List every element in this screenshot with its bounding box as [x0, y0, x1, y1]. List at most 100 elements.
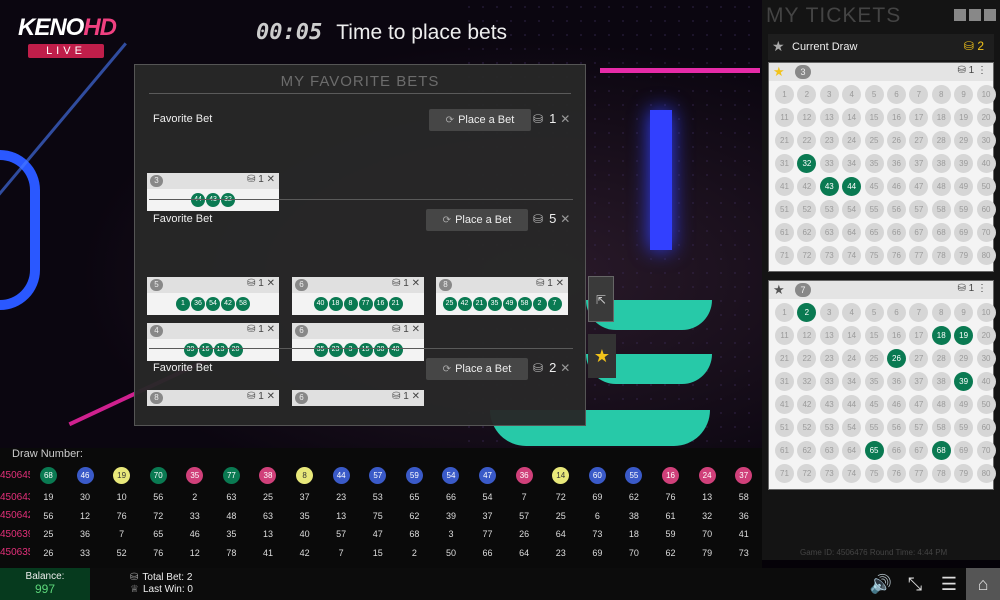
- draw-cell: 3: [433, 529, 470, 539]
- grid-number: 58: [931, 418, 951, 437]
- grid-number: 2: [797, 303, 817, 322]
- grid-number: 49: [954, 177, 974, 196]
- draw-number: 48: [226, 510, 237, 521]
- draw-cell: 15: [359, 548, 396, 558]
- ticket-header: 6 ⛁ 1 ✕: [292, 323, 424, 339]
- place-a-bet-button[interactable]: ⟳ Place a Bet: [429, 109, 531, 131]
- favorite-ticket[interactable]: 5 ⛁ 1 ✕ 1 36 54 42 58: [147, 277, 279, 315]
- logo-keno: KENO: [18, 14, 84, 41]
- list-view-icon[interactable]: [984, 9, 996, 21]
- grid-number: 55: [864, 200, 884, 219]
- draw-cell: 25: [30, 529, 67, 539]
- remove-icon[interactable]: ✕: [560, 112, 570, 126]
- draw-number: 58: [738, 492, 749, 502]
- current-draw-bar: ★ Current Draw ⛁ 2: [768, 34, 994, 60]
- draw-cell: 35: [213, 529, 250, 539]
- balance-box: Balance: 997: [0, 568, 90, 600]
- grid-number: 73: [819, 464, 839, 483]
- grid-number: 18: [931, 326, 951, 345]
- number-ball: 16: [373, 297, 388, 311]
- remove-icon[interactable]: ✕: [409, 391, 420, 402]
- favorite-ticket[interactable]: 3 ⛁ 1 ✕ 444332: [147, 173, 279, 211]
- grid-view-icon[interactable]: [954, 9, 966, 21]
- remove-icon[interactable]: ✕: [264, 278, 275, 289]
- grid-number: 35: [864, 154, 884, 173]
- more-icon[interactable]: ⋮: [974, 65, 987, 76]
- remove-icon[interactable]: ✕: [264, 174, 275, 185]
- draw-number: 62: [628, 492, 639, 502]
- draw-ball: 35: [186, 466, 204, 484]
- grid-number: 24: [842, 131, 862, 150]
- ticket-header: 5 ⛁ 1 ✕: [147, 277, 279, 293]
- view-toggle[interactable]: [954, 9, 996, 21]
- grid-number: 5: [864, 303, 884, 322]
- draw-number: 46: [189, 529, 200, 539]
- draw-cell: 48: [213, 511, 250, 521]
- favorites-star-tab[interactable]: ★: [588, 334, 616, 378]
- grid-number: 77: [909, 246, 929, 265]
- draw-number: 13: [262, 529, 273, 539]
- grid-number: 26: [886, 349, 906, 368]
- grid-number: 69: [954, 223, 974, 242]
- draw-number: 73: [592, 529, 603, 539]
- number-ball: 35: [313, 343, 328, 357]
- place-a-bet-button[interactable]: ⟳ Place a Bet: [426, 358, 528, 380]
- number-ball: 49: [502, 297, 517, 311]
- favorite-ticket[interactable]: 6 ⛁ 1 ✕ 35 23 3 15 38 48: [292, 323, 424, 361]
- remove-icon[interactable]: ✕: [409, 324, 420, 335]
- sound-icon[interactable]: 🔊: [864, 568, 898, 600]
- draw-numbers: 26 33 52 76 12 78 41 42 7 15 2 50 66 64 23 69 70 62 79 73: [30, 548, 762, 558]
- remove-icon[interactable]: ✕: [560, 361, 570, 375]
- draw-cell: 19: [103, 466, 140, 484]
- place-a-bet-button[interactable]: ⟳ Place a Bet: [426, 209, 528, 231]
- star-icon[interactable]: ★: [773, 282, 785, 298]
- favorite-bet-label: Favorite Bet: [153, 213, 213, 225]
- draw-number: 25: [555, 510, 566, 521]
- draw-cell: 36: [67, 529, 104, 539]
- favorite-ticket[interactable]: 4 ⛁ 1 ✕ 39 16 13 20: [147, 323, 279, 361]
- grid-number: 9: [954, 85, 974, 104]
- draw-number: 3: [448, 529, 454, 539]
- ticket-card[interactable]: ★ 7 ⛁ 1 ⋮ 1 2 3 4 5 6 7 8 9 10 11 12 13 14 15 16 17 18 19 20 21…: [768, 280, 996, 490]
- menu-icon[interactable]: ☰: [932, 568, 966, 600]
- draw-number: 23: [336, 492, 347, 502]
- favorite-ticket[interactable]: 8 ⛁ 1 ✕: [147, 390, 279, 406]
- grid-view-icon[interactable]: [969, 9, 981, 21]
- draw-ball: 37: [735, 466, 753, 484]
- remove-icon[interactable]: ✕: [560, 212, 570, 226]
- remove-icon[interactable]: ✕: [553, 278, 564, 289]
- draw-ball: 38: [259, 466, 277, 484]
- remove-icon[interactable]: ✕: [409, 278, 420, 289]
- draw-cell: 37: [469, 511, 506, 521]
- ticket-card[interactable]: ★ 3 ⛁ 1 ⋮ 1 2 3 4 5 6 7 8 9 10 11 12 13 14 15 16 17 18 19 20 21…: [768, 62, 996, 272]
- favorite-ticket[interactable]: 6 ⛁ 1 ✕: [292, 390, 424, 406]
- star-icon[interactable]: ★: [773, 64, 785, 80]
- draw-number: 41: [738, 529, 749, 539]
- grid-number: 73: [819, 246, 839, 265]
- draw-cell: 62: [396, 511, 433, 521]
- ticket-controls: ⛁ 1 ✕: [536, 278, 564, 289]
- grid-number: 75: [864, 246, 884, 265]
- grid-number: 71: [775, 246, 794, 265]
- home-icon[interactable]: ⌂: [966, 568, 1000, 600]
- draw-cell: 36: [506, 466, 543, 484]
- more-icon[interactable]: ⋮: [974, 283, 987, 294]
- minimize-icon[interactable]: ⤡: [898, 568, 932, 600]
- grid-number: 39: [954, 154, 974, 173]
- draw-cell: 2: [396, 548, 433, 558]
- draw-number: 33: [189, 510, 200, 521]
- number-ball: 32: [221, 193, 235, 207]
- remove-icon[interactable]: ✕: [264, 324, 275, 335]
- draw-number: 57: [336, 529, 347, 539]
- favorite-ticket[interactable]: 6 ⛁ 1 ✕ 40 18 8 77 16 21: [292, 277, 424, 315]
- grid-number: 69: [954, 441, 974, 460]
- favorite-ticket[interactable]: 8 ⛁ 1 ✕ 25 42 21 35 49 58 2 7: [436, 277, 568, 315]
- draw-number: 15: [372, 547, 383, 558]
- collapse-tab[interactable]: ⇱: [588, 276, 614, 322]
- draw-ball: 55: [625, 466, 643, 484]
- remove-icon[interactable]: ✕: [264, 391, 275, 402]
- draw-cell: 76: [652, 492, 689, 502]
- grid-number: 25: [864, 131, 884, 150]
- ticket-numbers: 444332: [147, 189, 279, 211]
- draw-number: 37: [482, 510, 493, 521]
